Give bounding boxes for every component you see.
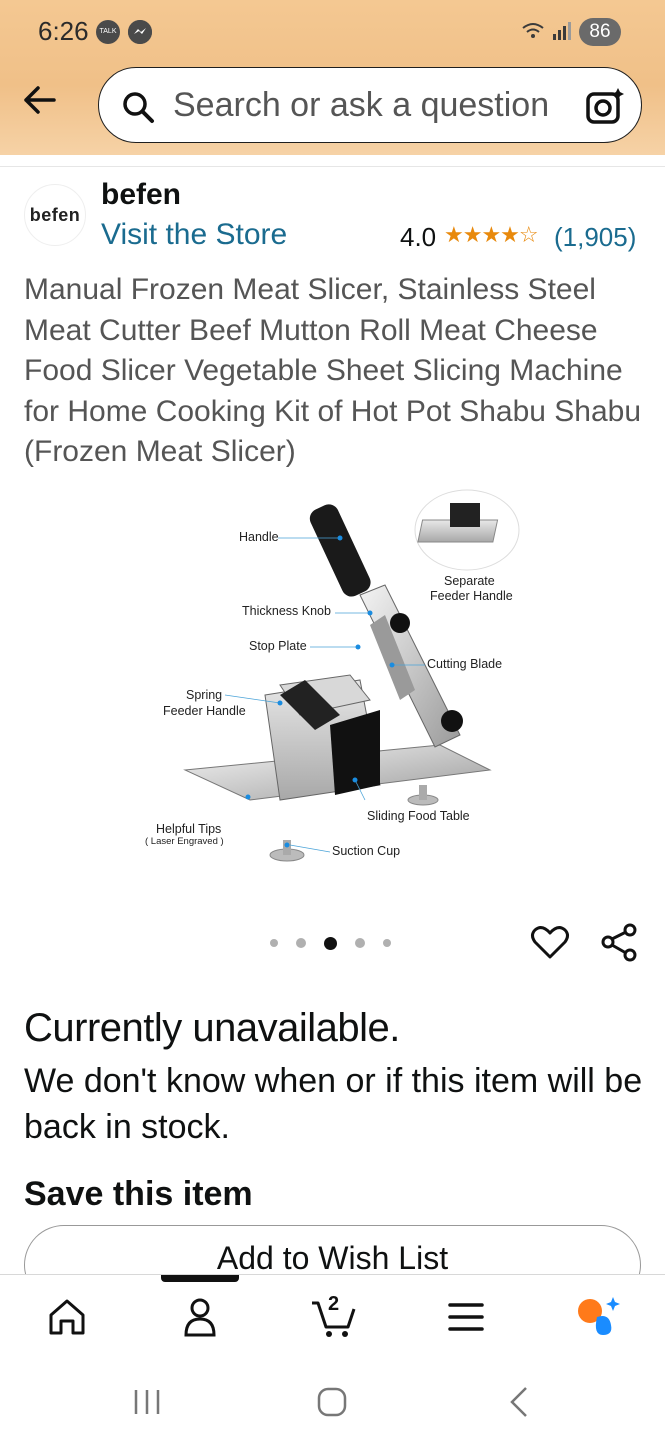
share-icon[interactable] [600,922,640,962]
callout-separate-1: Separate [444,574,495,588]
camera-lens-icon[interactable] [585,86,625,126]
callout-laser-engraved: ( Laser Engraved ) [145,836,224,847]
rating-value[interactable]: 4.0 [400,222,436,253]
messenger-icon [128,20,152,44]
talk-badge-icon: TALK [96,20,120,44]
callout-spring-2: Feeder Handle [163,704,246,718]
divider [0,166,665,167]
carousel-dot-active[interactable] [324,936,337,950]
callout-suction-cup: Suction Cup [332,844,401,858]
callout-sliding-table: Sliding Food Table [367,809,470,823]
callout-thickness-knob: Thickness Knob [242,604,331,618]
star-rating-icon[interactable]: ★★★★☆ [444,222,539,248]
system-nav-bar [0,1364,665,1440]
carousel-dot[interactable] [355,938,365,948]
availability-note: We don't know when or if this item will … [24,1062,643,1146]
search-bar[interactable]: Search or ask a question [98,67,642,143]
battery-indicator: 86 [579,18,621,46]
carousel-dot[interactable] [296,938,306,948]
carousel-dot[interactable] [383,939,391,947]
brand-name: befen [101,178,182,211]
visit-store-link[interactable]: Visit the Store [101,218,287,252]
back-arrow-icon[interactable] [20,80,60,120]
carousel-dot[interactable] [270,939,278,947]
search-icon [121,90,155,124]
callout-spring-1: Spring [186,688,223,702]
heart-icon[interactable] [530,922,570,962]
home-icon[interactable] [45,1295,89,1339]
account-icon[interactable] [178,1295,222,1339]
active-tab-indicator [161,1275,239,1282]
product-image[interactable]: Handle Separate Feeder Handle Thickness … [130,485,540,875]
callout-stop-plate: Stop Plate [249,639,307,653]
back-button-icon[interactable] [500,1384,540,1420]
menu-icon[interactable] [444,1295,488,1339]
search-input[interactable]: Search or ask a question [173,86,549,125]
rufus-icon[interactable] [575,1295,620,1339]
wifi-signal-icon [521,20,575,47]
bottom-nav: 2 [0,1274,665,1364]
callout-helpful-tips: Helpful Tips [156,822,222,836]
status-bar: 6:26 TALK 86 [0,0,665,64]
brand-logo[interactable]: befen [24,184,86,246]
review-count-link[interactable]: (1,905) [554,222,636,253]
callout-separate-2: Feeder Handle [430,589,513,603]
cart-icon[interactable]: 2 [310,1293,356,1339]
availability-status: Currently unavailable. [24,1006,400,1050]
wish-list-label: Add to Wish List [216,1240,449,1276]
callout-handle: Handle [239,530,279,544]
status-time: 6:26 [38,16,89,46]
callout-cutting-blade: Cutting Blade [427,657,503,671]
home-button-icon[interactable] [312,1384,352,1420]
save-item-heading: Save this item [24,1175,253,1213]
recent-apps-icon[interactable] [127,1384,167,1420]
product-title: Manual Frozen Meat Slicer, Stainless Ste… [24,273,642,468]
carousel-dots[interactable] [270,934,409,952]
header: 6:26 TALK 86 Search or ask a question [0,0,665,155]
cart-count: 2 [328,1293,340,1315]
